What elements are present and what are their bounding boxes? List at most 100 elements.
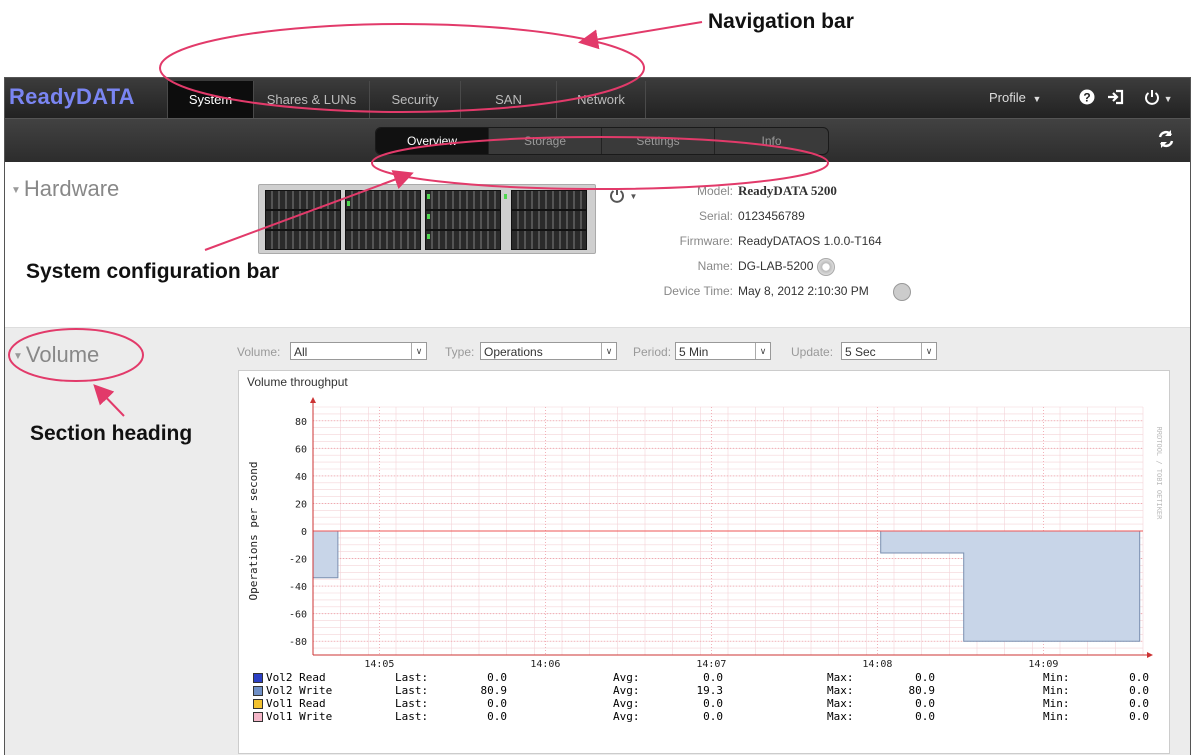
legend-max-label: Max: bbox=[827, 710, 854, 723]
y-tick-label: 40 bbox=[295, 472, 307, 483]
chevron-down-icon: ∨ bbox=[921, 343, 936, 359]
volume-select-label: Volume: bbox=[237, 345, 281, 359]
update-select-label: Update: bbox=[791, 345, 834, 359]
rrdtool-watermark: RRDTOOL / TOBI OETIKER bbox=[1155, 427, 1163, 521]
chart-svg: 80 60 40 20 0 -20 -40 -60 -80 14:05 14:06 14:07 14:0… bbox=[247, 397, 1163, 670]
edit-name-icon[interactable] bbox=[817, 258, 835, 276]
subnav-tabs: Overview Storage Settings Info bbox=[375, 127, 829, 155]
tab-san[interactable]: SAN bbox=[460, 81, 556, 118]
legend-avg-label: Avg: bbox=[613, 671, 640, 684]
y-tick-label: -80 bbox=[289, 637, 307, 648]
tab-info[interactable]: Info bbox=[715, 128, 828, 154]
serial-value: 0123456789 bbox=[738, 209, 805, 223]
legend-avg-value: 0.0 bbox=[703, 697, 723, 710]
model-label-text: Model: bbox=[696, 184, 733, 198]
tab-network[interactable]: Network bbox=[556, 81, 646, 118]
readydata-app: ReadyDATA System Shares & LUNs Security … bbox=[4, 77, 1191, 755]
tab-system[interactable]: System bbox=[167, 81, 253, 118]
set-time-icon[interactable] bbox=[893, 283, 911, 301]
period-select-label: Period: bbox=[633, 345, 672, 359]
type-select-label: Type: bbox=[445, 345, 475, 359]
chevron-down-icon: ∨ bbox=[601, 343, 616, 359]
volume-heading[interactable]: ▼ Volume bbox=[13, 342, 99, 368]
logout-icon[interactable] bbox=[1107, 78, 1125, 118]
legend-avg-label: Avg: bbox=[613, 684, 640, 697]
firmware-value: ReadyDATAOS 1.0.0-T164 bbox=[738, 234, 882, 248]
legend-max-value: 0.0 bbox=[915, 697, 935, 710]
help-icon[interactable]: ? bbox=[1079, 78, 1095, 118]
y-tick-label: -20 bbox=[289, 555, 307, 566]
x-tick-label: 14:08 bbox=[862, 659, 892, 670]
legend-row: Vol2 Write Last: 80.9 Avg: 19.3 Max: 80.9 Min: 0… bbox=[253, 684, 1153, 697]
period-select[interactable]: 5 Min ∨ bbox=[675, 342, 771, 360]
y-tick-label: 0 bbox=[301, 527, 307, 538]
legend-series-name: Vol2 Write bbox=[266, 684, 333, 697]
chevron-down-icon: ∨ bbox=[411, 343, 426, 359]
tab-storage[interactable]: Storage bbox=[489, 128, 602, 154]
legend-last-value: 0.0 bbox=[487, 671, 507, 684]
legend-row: Vol1 Write Last: 0.0 Avg: 0.0 Max: 0.0 Min: 0.0 bbox=[253, 710, 1153, 723]
legend-min-value: 0.0 bbox=[1129, 697, 1149, 710]
legend-min-value: 0.0 bbox=[1129, 684, 1149, 697]
svg-text:?: ? bbox=[1083, 91, 1090, 105]
legend-min-value: 0.0 bbox=[1129, 671, 1149, 684]
model-value: ReadyDATA 5200 bbox=[738, 183, 837, 198]
legend-last-label: Last: bbox=[395, 671, 429, 684]
legend-swatch bbox=[253, 712, 263, 722]
legend-avg-label: Avg: bbox=[613, 710, 640, 723]
nav-callout-arrow bbox=[578, 21, 703, 50]
legend-max-label: Max: bbox=[827, 697, 854, 710]
profile-menu[interactable]: Profile ▼ bbox=[989, 78, 1041, 118]
legend-last-value: 0.0 bbox=[487, 710, 507, 723]
volume-select[interactable]: All ∨ bbox=[290, 342, 427, 360]
serial-label: Serial: bbox=[698, 209, 733, 223]
tab-settings[interactable]: Settings bbox=[602, 128, 715, 154]
callout-section-heading: Section heading bbox=[30, 422, 193, 445]
update-select-value: 5 Sec bbox=[845, 345, 876, 359]
y-tick-label: -60 bbox=[289, 610, 307, 621]
chart-legend: Vol2 Read Last: 0.0 Avg: 0.0 Max: 0.0 Min: 0.0 Vo… bbox=[239, 671, 1167, 751]
legend-max-value: 0.0 bbox=[915, 671, 935, 684]
legend-row: Vol1 Read Last: 0.0 Avg: 0.0 Max: 0.0 Min: 0.0 bbox=[253, 697, 1153, 710]
chevron-down-icon: ∨ bbox=[755, 343, 770, 359]
refresh-icon[interactable] bbox=[1156, 129, 1176, 155]
y-axis-label: Operations per second bbox=[247, 461, 260, 600]
legend-swatch bbox=[253, 673, 263, 683]
legend-min-value: 0.0 bbox=[1129, 710, 1149, 723]
name-label: Name: bbox=[697, 259, 733, 273]
x-axis-arrow bbox=[1147, 652, 1153, 658]
legend-min-label: Min: bbox=[1043, 684, 1070, 697]
update-select[interactable]: 5 Sec ∨ bbox=[841, 342, 937, 360]
x-tick-label: 14:06 bbox=[530, 659, 560, 670]
legend-min-label: Min: bbox=[1043, 710, 1070, 723]
y-tick-label: 80 bbox=[295, 417, 307, 428]
type-select[interactable]: Operations ∨ bbox=[480, 342, 617, 360]
volume-throughput-chart: Volume throughput 80 60 40 20 0 -20 -40 -60 -80 1… bbox=[238, 370, 1170, 754]
chart-title: Volume throughput bbox=[247, 375, 348, 389]
legend-row: Vol2 Read Last: 0.0 Avg: 0.0 Max: 0.0 Min: 0.0 bbox=[253, 671, 1153, 684]
tab-security[interactable]: Security bbox=[369, 81, 460, 118]
legend-avg-label: Avg: bbox=[613, 697, 640, 710]
legend-avg-value: 19.3 bbox=[696, 684, 724, 697]
legend-last-value: 0.0 bbox=[487, 697, 507, 710]
firmware-label: Firmware: bbox=[679, 234, 733, 248]
legend-max-label: Max: bbox=[827, 671, 854, 684]
type-select-value: Operations bbox=[484, 345, 543, 359]
legend-swatch bbox=[253, 686, 263, 696]
power-menu-icon[interactable]: ▼ bbox=[1144, 78, 1173, 118]
collapse-triangle-icon: ▼ bbox=[13, 350, 23, 362]
tab-overview[interactable]: Overview bbox=[376, 128, 489, 154]
x-tick-label: 14:05 bbox=[364, 659, 394, 670]
x-tick-label: 14:07 bbox=[696, 659, 726, 670]
legend-last-label: Last: bbox=[395, 697, 429, 710]
y-axis-arrow bbox=[310, 397, 316, 403]
tab-shares-luns[interactable]: Shares & LUNs bbox=[253, 81, 369, 118]
legend-swatch bbox=[253, 699, 263, 709]
model-label: Model: bbox=[5, 184, 6, 200]
device-time-label: Device Time: bbox=[663, 284, 733, 298]
callout-system-configuration-bar: System configuration bar bbox=[26, 260, 280, 283]
x-tick-label: 14:09 bbox=[1028, 659, 1058, 670]
legend-max-value: 0.0 bbox=[915, 710, 935, 723]
name-value: DG-LAB-5200 bbox=[738, 259, 814, 273]
brand-logo: ReadyDATA bbox=[9, 84, 135, 109]
